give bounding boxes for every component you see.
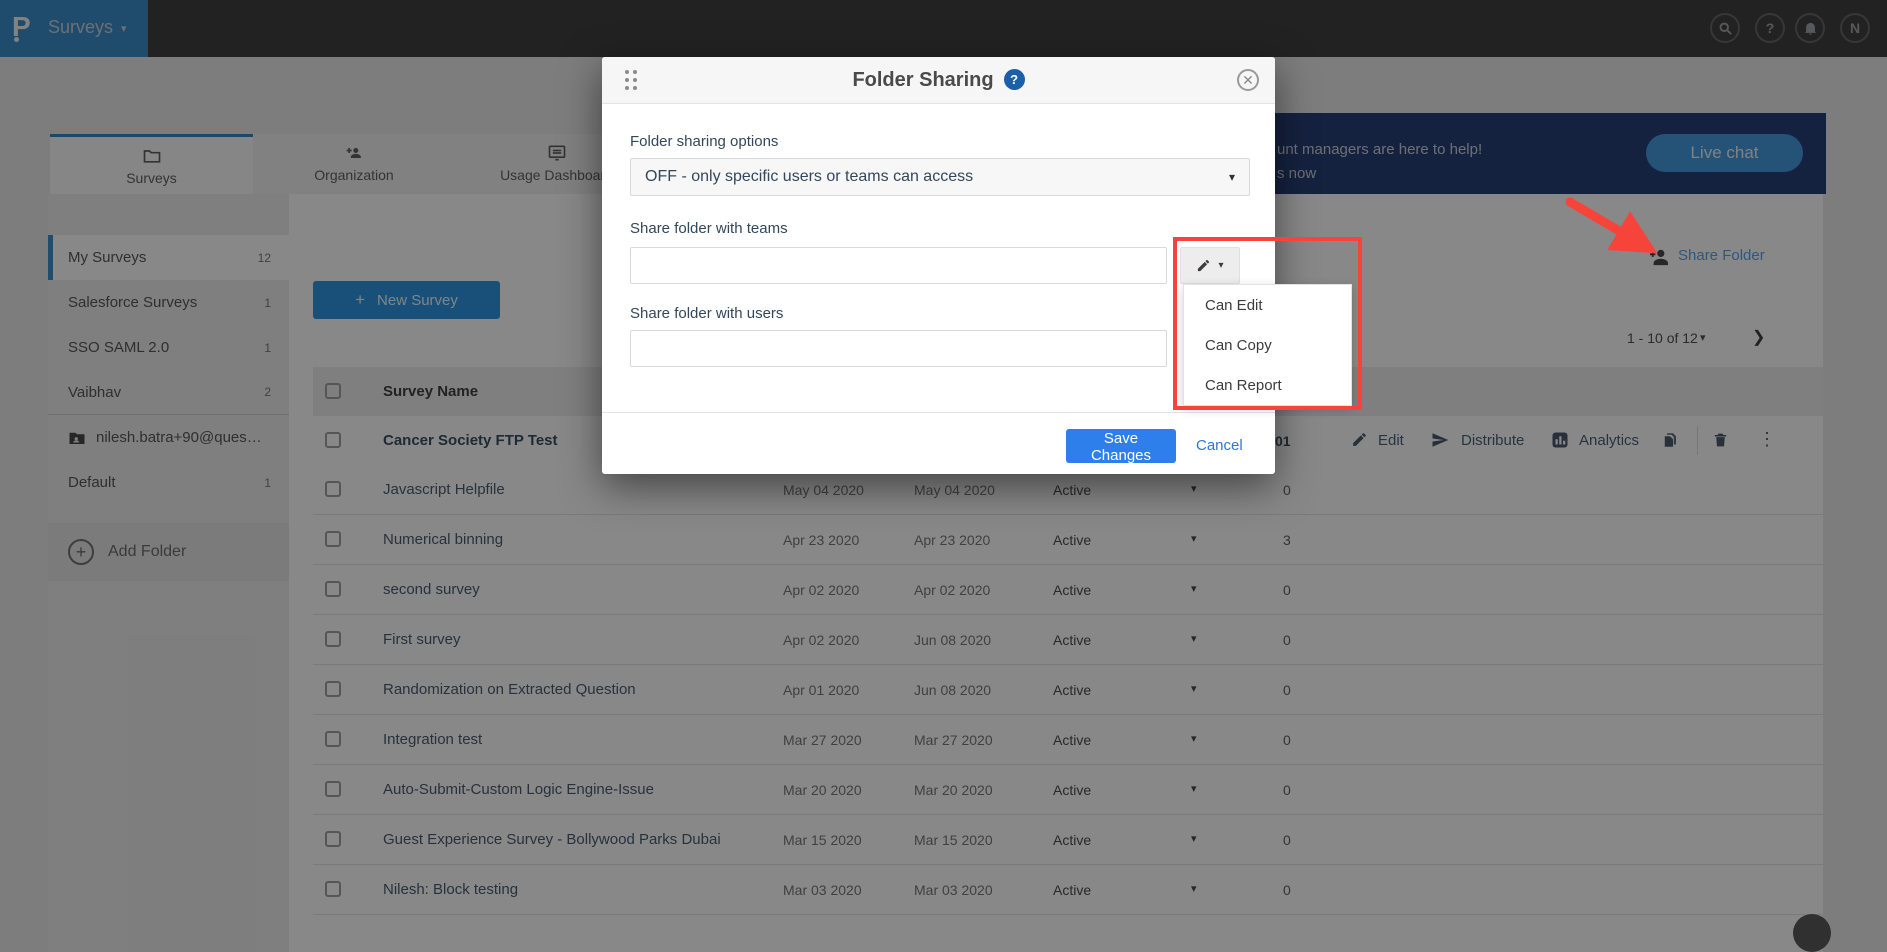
annotation-arrow xyxy=(1540,188,1675,268)
close-icon[interactable]: ✕ xyxy=(1237,69,1259,91)
share-users-label: Share folder with users xyxy=(630,305,783,322)
share-users-input[interactable] xyxy=(630,330,1167,367)
sharing-options-select[interactable]: OFF - only specific users or teams can a… xyxy=(630,158,1250,196)
help-badge-icon[interactable]: ? xyxy=(1004,69,1025,90)
share-teams-input[interactable] xyxy=(630,247,1167,284)
cancel-button[interactable]: Cancel xyxy=(1196,437,1243,454)
sharing-options-value: OFF - only specific users or teams can a… xyxy=(645,168,973,186)
sharing-options-label: Folder sharing options xyxy=(630,133,778,150)
annotation-rectangle xyxy=(1173,237,1362,410)
chevron-down-icon: ▾ xyxy=(1229,170,1235,184)
share-teams-label: Share folder with teams xyxy=(630,220,788,237)
modal-header: Folder Sharing? ✕ xyxy=(602,57,1275,104)
modal-footer: Save Changes Cancel xyxy=(602,412,1275,474)
modal-title: Folder Sharing? xyxy=(602,69,1275,92)
save-button[interactable]: Save Changes xyxy=(1066,429,1176,463)
